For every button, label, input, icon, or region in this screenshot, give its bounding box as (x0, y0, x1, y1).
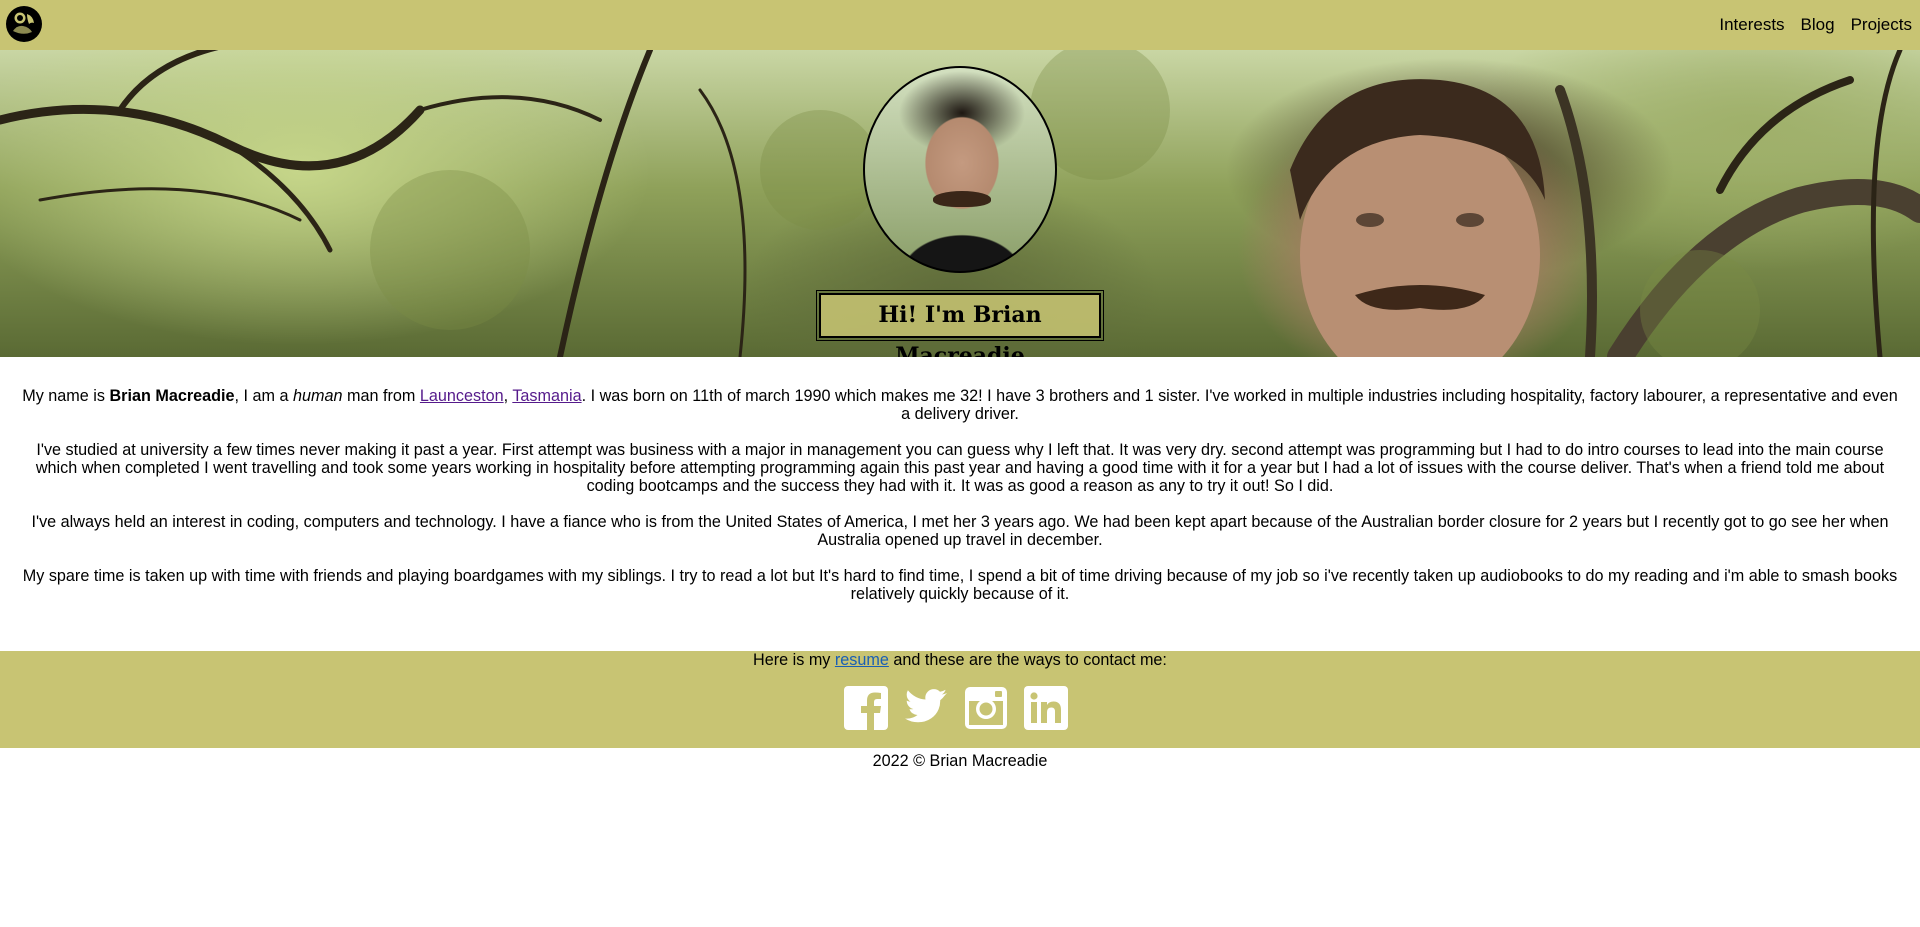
contact-text-pre: Here is my (753, 651, 835, 669)
bio-paragraph-4: My spare time is taken up with time with… (22, 567, 1898, 603)
link-launceston[interactable]: Launceston (420, 387, 504, 405)
profile-photo (863, 66, 1057, 273)
bio-text: . I was born on 11th of march 1990 which… (581, 387, 1898, 423)
hero-title: Hi! I'm Brian Macreadie (816, 290, 1104, 357)
bio-section: My name is Brian Macreadie, I am a human… (18, 387, 1902, 621)
twitter-icon[interactable] (903, 685, 949, 731)
top-nav: Interests Blog Projects (0, 0, 1920, 50)
bio-text: , I am a (234, 387, 294, 405)
bio-text: , (503, 387, 513, 405)
instagram-icon[interactable] (963, 685, 1009, 731)
facebook-icon[interactable] (843, 685, 889, 731)
resume-link[interactable]: resume (835, 651, 889, 669)
nav-link-projects[interactable]: Projects (1851, 15, 1912, 35)
contact-text: Here is my resume and these are the ways… (0, 651, 1920, 669)
nav-links: Interests Blog Projects (1719, 15, 1912, 35)
link-tasmania[interactable]: Tasmania (512, 387, 581, 405)
copyright-text: 2022 © Brian Macreadie (872, 752, 1048, 770)
nav-link-blog[interactable]: Blog (1801, 15, 1835, 35)
social-links (843, 685, 1069, 731)
bio-paragraph-1: My name is Brian Macreadie, I am a human… (18, 387, 1902, 423)
bio-text: man from (342, 387, 420, 405)
bio-human: human (293, 387, 343, 405)
bio-paragraph-2: I've studied at university a few times n… (35, 441, 1885, 495)
hero-banner: Hi! I'm Brian Macreadie (0, 50, 1920, 357)
silhouette-logo-icon[interactable] (5, 5, 43, 43)
profile-photo-detail (933, 191, 991, 207)
contact-footer: Here is my resume and these are the ways… (0, 651, 1920, 748)
linkedin-icon[interactable] (1023, 685, 1069, 731)
bio-paragraph-3: I've always held an interest in coding, … (31, 513, 1889, 549)
bio-text: My name is (22, 387, 110, 405)
nav-link-interests[interactable]: Interests (1719, 15, 1784, 35)
bio-name: Brian Macreadie (109, 387, 235, 405)
contact-text-post: and these are the ways to contact me: (888, 651, 1167, 669)
